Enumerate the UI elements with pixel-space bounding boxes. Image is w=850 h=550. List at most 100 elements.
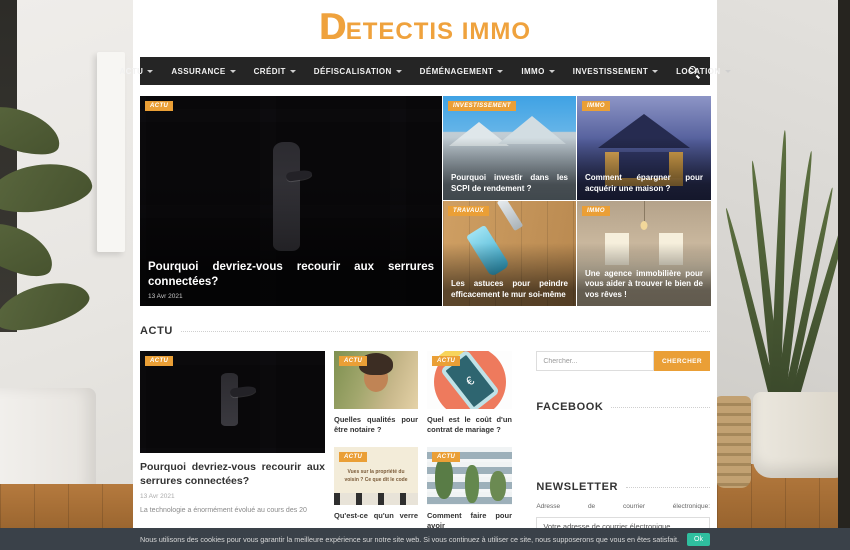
widget-title: NEWSLETTER <box>536 481 618 493</box>
heading-divider <box>611 407 710 408</box>
nav-label: ASSURANCE <box>171 67 225 76</box>
article-image[interactable]: ACTU <box>334 351 418 409</box>
article-title[interactable]: Qu'est-ce qu'un verre <box>334 511 418 521</box>
article-title[interactable]: Comment épargner pour acquérir une maiso… <box>585 173 703 194</box>
nav-label: CRÉDIT <box>254 67 286 76</box>
search-button[interactable]: CHERCHER <box>654 351 710 371</box>
background-photo-left <box>0 0 133 550</box>
article-card-comment-faire[interactable]: ACTU Comment faire pour avoir <box>427 447 512 531</box>
background-window-trim <box>97 52 125 252</box>
category-badge[interactable]: ACTU <box>432 452 460 462</box>
article-image[interactable]: ACTU <box>140 351 325 453</box>
category-badge[interactable]: ACTU <box>339 356 367 366</box>
category-badge[interactable]: TRAVAUX <box>448 206 489 216</box>
nav-label: INVESTISSEMENT <box>573 67 648 76</box>
facebook-widget-area <box>536 423 710 451</box>
article-date: 13 Avr 2021 <box>140 493 325 500</box>
site-header: D ETECTIS IMMO <box>133 0 717 57</box>
search-icon[interactable] <box>688 65 700 77</box>
plant-pot <box>753 392 850 478</box>
image-caption: Vues sur la propriété du voisin ? Ce que… <box>342 468 409 484</box>
chevron-down-icon <box>549 70 555 73</box>
logo-d-icon: D <box>319 12 344 42</box>
door-handle-illustration <box>221 373 238 426</box>
sidebar: CHERCHER FACEBOOK NEWSLETTER Adresse de … <box>536 351 710 550</box>
article-image[interactable]: ACTU Vues sur la propriété du voisin ? C… <box>334 447 418 505</box>
newsletter-heading: NEWSLETTER <box>536 481 710 493</box>
article-card-notaire[interactable]: ACTU Quelles qualités pour être notaire … <box>334 351 418 435</box>
section-title: ACTU <box>140 325 173 337</box>
hero-article-epargner[interactable]: IMMO Comment épargner pour acquérir une … <box>577 96 711 200</box>
article-card-serrures[interactable]: ACTU Pourquoi devriez-vous recourir aux … <box>140 351 325 532</box>
nav-label: DÉFISCALISATION <box>314 67 392 76</box>
tile-caption: Pourquoi investir dans les SCPI de rende… <box>443 167 576 200</box>
article-image[interactable]: ACTU <box>427 447 512 505</box>
page-container: D ETECTIS IMMO ACTU ASSURANCE CRÉDIT DÉF… <box>133 0 717 550</box>
nav-item-actu[interactable]: ACTU <box>120 67 154 76</box>
widget-title: FACEBOOK <box>536 401 603 413</box>
nav-item-investissement[interactable]: INVESTISSEMENT <box>573 67 658 76</box>
chevron-down-icon <box>290 70 296 73</box>
tile-caption: Les astuces pour peindre efficacement le… <box>443 273 576 306</box>
nav-item-location[interactable]: LOCATION <box>676 67 730 76</box>
article-card-contrat-mariage[interactable]: ACTU Quel est le coût d'un contrat de ma… <box>427 351 512 435</box>
nav-item-assurance[interactable]: ASSURANCE <box>171 67 235 76</box>
sidebar-search: CHERCHER <box>536 351 710 371</box>
tile-caption: Une agence immobilière pour vous aider à… <box>577 263 711 306</box>
wicker-basket <box>717 396 751 488</box>
article-title[interactable]: Quel est le coût d'un contrat de mariage… <box>427 415 512 435</box>
facebook-heading: FACEBOOK <box>536 401 710 413</box>
chevron-down-icon <box>497 70 503 73</box>
hero-article-peindre[interactable]: TRAVAUX Les astuces pour peindre efficac… <box>443 201 576 306</box>
hero-article-agence[interactable]: IMMO Une agence immobilière pour vous ai… <box>577 201 711 306</box>
chevron-down-icon <box>230 70 236 73</box>
nav-item-defiscalisation[interactable]: DÉFISCALISATION <box>314 67 402 76</box>
article-title[interactable]: Pourquoi investir dans les SCPI de rende… <box>451 173 568 194</box>
cookie-banner: Nous utilisons des cookies pour vous gar… <box>0 528 850 550</box>
nav-item-immo[interactable]: IMMO <box>521 67 554 76</box>
category-badge[interactable]: ACTU <box>432 356 460 366</box>
article-card-vues-voisin[interactable]: ACTU Vues sur la propriété du voisin ? C… <box>334 447 418 531</box>
cookie-ok-button[interactable]: Ok <box>687 533 710 546</box>
search-input[interactable] <box>536 351 654 371</box>
heading-divider <box>626 487 710 488</box>
small-articles-grid: ACTU Quelles qualités pour être notaire … <box>334 351 512 532</box>
newsletter-label: Adresse de courrier électronique: <box>536 503 710 510</box>
chevron-down-icon <box>652 70 658 73</box>
article-title[interactable]: Pourquoi devriez-vous recourir aux serru… <box>148 260 434 289</box>
articles-column: ACTU Pourquoi devriez-vous recourir aux … <box>140 351 519 550</box>
category-badge[interactable]: ACTU <box>145 356 173 366</box>
main-content: ACTU ACTU Pourquoi devriez-vous recourir… <box>140 325 710 550</box>
nav-label: ACTU <box>120 67 144 76</box>
background-door-frame <box>0 0 17 332</box>
category-badge[interactable]: INVESTISSEMENT <box>448 101 516 111</box>
cookie-text: Nous utilisons des cookies pour vous gar… <box>140 535 679 544</box>
article-title[interactable]: Les astuces pour peindre efficacement le… <box>451 279 568 300</box>
logo-text: ETECTIS IMMO <box>346 18 531 46</box>
heading-divider <box>181 331 710 332</box>
tile-caption: Pourquoi devriez-vous recourir aux serru… <box>140 254 442 306</box>
nav-item-credit[interactable]: CRÉDIT <box>254 67 296 76</box>
nav-label: IMMO <box>521 67 544 76</box>
main-nav: ACTU ASSURANCE CRÉDIT DÉFISCALISATION DÉ… <box>140 57 710 85</box>
article-date: 13 Avr 2021 <box>148 293 434 300</box>
category-badge[interactable]: ACTU <box>339 452 367 462</box>
chevron-down-icon <box>396 70 402 73</box>
nav-item-demenagement[interactable]: DÉMÉNAGEMENT <box>420 67 504 76</box>
chevron-down-icon <box>725 70 731 73</box>
category-badge[interactable]: IMMO <box>582 206 610 216</box>
category-badge[interactable]: ACTU <box>145 101 173 111</box>
nav-label: DÉMÉNAGEMENT <box>420 67 494 76</box>
hero-article-serrures[interactable]: ACTU Pourquoi devriez-vous recourir aux … <box>140 96 442 306</box>
article-image[interactable]: ACTU <box>427 351 512 409</box>
chevron-down-icon <box>147 70 153 73</box>
category-badge[interactable]: IMMO <box>582 101 610 111</box>
background-door-frame <box>838 0 850 550</box>
site-logo[interactable]: D ETECTIS IMMO <box>319 12 531 46</box>
background-photo-right <box>717 0 850 550</box>
hero-article-scpi[interactable]: INVESTISSEMENT Pourquoi investir dans le… <box>443 96 576 200</box>
article-title[interactable]: Pourquoi devriez-vous recourir aux serru… <box>140 461 325 488</box>
article-title[interactable]: Quelles qualités pour être notaire ? <box>334 415 418 435</box>
article-title[interactable]: Une agence immobilière pour vous aider à… <box>585 269 703 300</box>
featured-posts-grid: ACTU Pourquoi devriez-vous recourir aux … <box>140 96 710 306</box>
